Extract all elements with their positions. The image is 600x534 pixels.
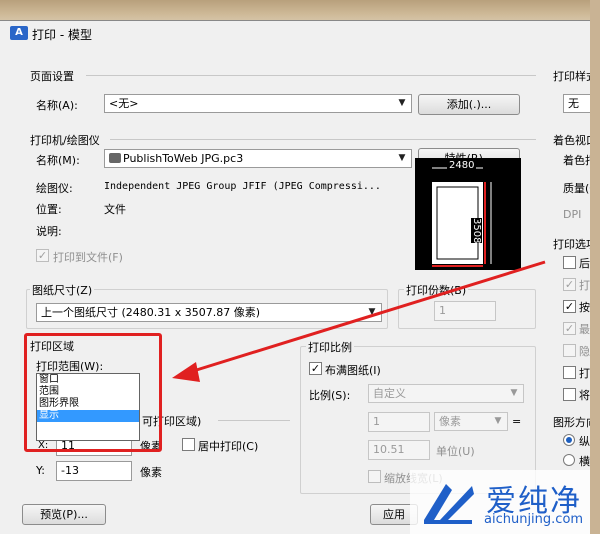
preview-button[interactable]: 预览(P)...: [22, 504, 106, 525]
watermark-url: aichunjing.com: [484, 512, 584, 527]
arrow-head-icon: [172, 362, 200, 382]
arrow-shaft: [189, 260, 546, 374]
desktop-right-edge: [590, 0, 600, 534]
watermark-logo-icon: [424, 484, 474, 524]
annotation-arrow: [172, 260, 546, 382]
